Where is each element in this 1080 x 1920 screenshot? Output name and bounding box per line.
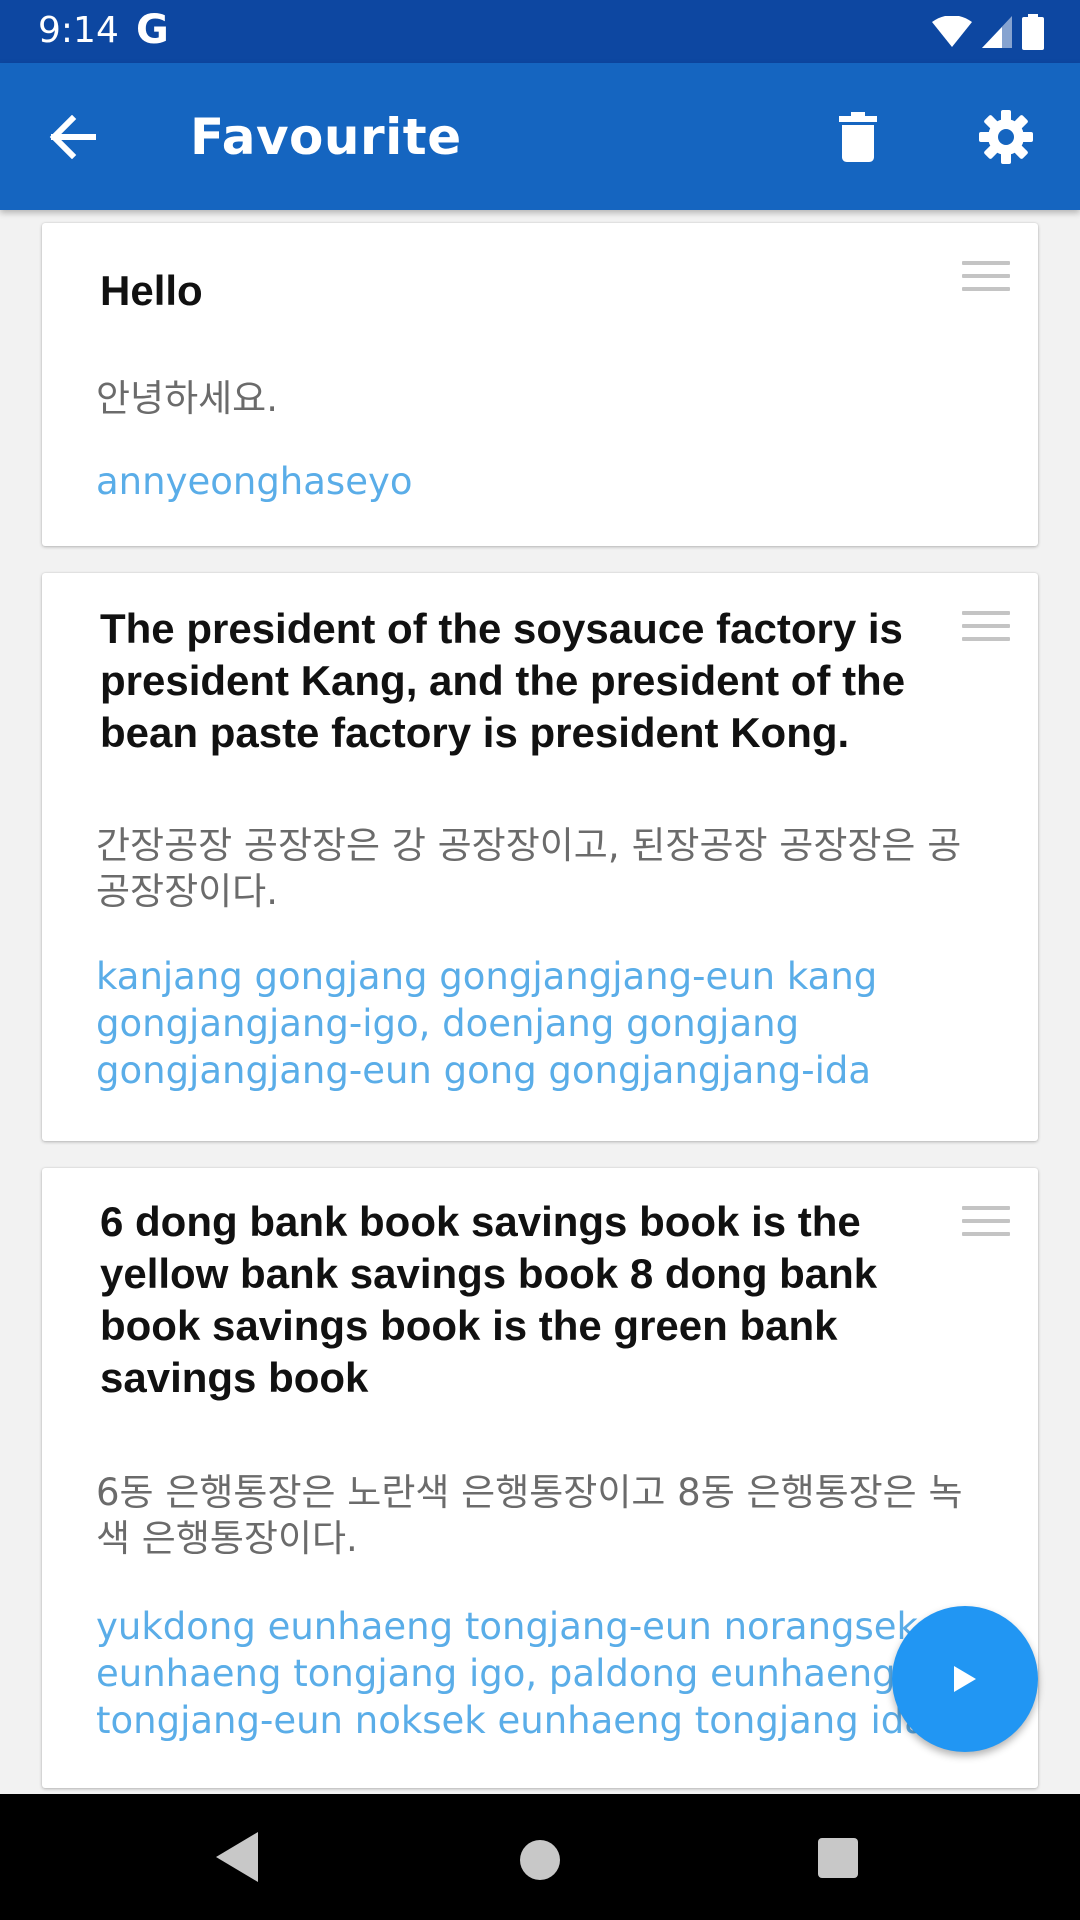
drag-handle-icon[interactable] — [962, 261, 1010, 291]
delete-button[interactable] — [826, 105, 890, 169]
settings-button[interactable] — [974, 105, 1038, 169]
favourite-card[interactable]: 6 dong bank book savings book is the yel… — [42, 1168, 1038, 1788]
nav-back-icon[interactable] — [212, 1830, 262, 1884]
english-phrase: The president of the soysauce factory is… — [100, 605, 906, 756]
korean-phrase: 6동 은행통장은 노란색 은행통장이고 8동 은행통장은 녹색 은행통장이다. — [96, 1471, 963, 1560]
play-button[interactable] — [892, 1606, 1038, 1752]
page-title: Favourite — [190, 108, 462, 166]
trash-icon — [839, 112, 877, 162]
romanized-phrase: kanjang gongjang gongjangjang-eun kang g… — [96, 955, 878, 1092]
play-icon — [954, 1666, 976, 1692]
battery-icon — [1022, 14, 1044, 50]
google-icon: G — [136, 7, 169, 53]
korean-phrase: 안녕하세요. — [96, 377, 278, 420]
drag-handle-icon[interactable] — [962, 611, 1010, 641]
wifi-icon — [932, 16, 972, 47]
nav-recents-icon[interactable] — [818, 1838, 858, 1878]
nav-home-icon[interactable] — [520, 1840, 560, 1880]
english-phrase: Hello — [100, 267, 203, 314]
favourite-card[interactable]: Hello 안녕하세요. annyeonghaseyo — [42, 223, 1038, 546]
system-nav-bar — [0, 1794, 1080, 1920]
cell-signal-icon — [982, 16, 1012, 48]
romanized-phrase: annyeonghaseyo — [96, 460, 413, 503]
korean-phrase: 간장공장 공장장은 강 공장장이고, 된장공장 공장장은 공 공장장이다. — [96, 824, 962, 913]
arrow-back-icon — [49, 115, 96, 159]
app-bar: Favourite — [0, 63, 1080, 210]
english-phrase: 6 dong bank book savings book is the yel… — [100, 1198, 878, 1401]
status-time: 9:14 — [38, 10, 119, 51]
favourite-card[interactable]: The president of the soysauce factory is… — [42, 573, 1038, 1141]
status-icons — [932, 12, 1044, 52]
drag-handle-icon[interactable] — [962, 1206, 1010, 1236]
gear-icon — [979, 110, 1033, 164]
status-bar: 9:14 G — [0, 0, 1080, 63]
romanized-phrase: yukdong eunhaeng tongjang-eun norangsek … — [96, 1605, 927, 1742]
back-button[interactable] — [40, 105, 104, 169]
favourite-list[interactable]: Hello 안녕하세요. annyeonghaseyo The presiden… — [0, 210, 1080, 1794]
